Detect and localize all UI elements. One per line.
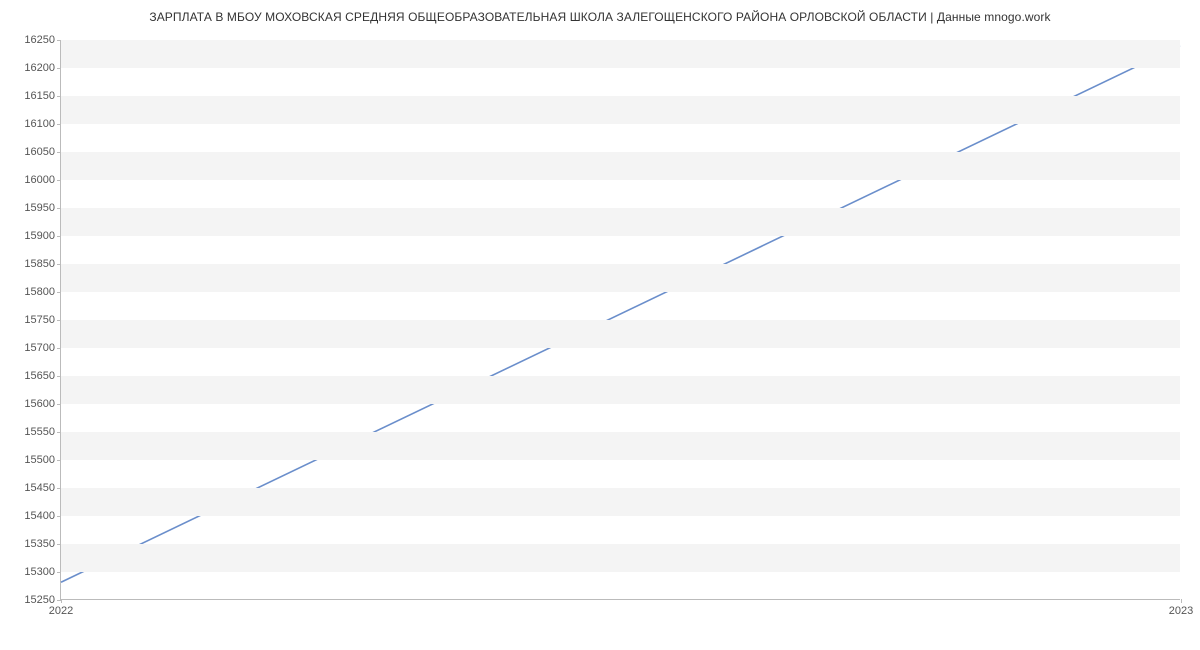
y-tick-mark <box>57 572 61 573</box>
y-tick-mark <box>57 264 61 265</box>
y-tick-label: 15650 <box>24 370 55 382</box>
grid-band <box>61 96 1180 124</box>
y-tick-mark <box>57 460 61 461</box>
y-tick-label: 16050 <box>24 146 55 158</box>
y-tick-label: 15400 <box>24 510 55 522</box>
chart-title: ЗАРПЛАТА В МБОУ МОХОВСКАЯ СРЕДНЯЯ ОБЩЕОБ… <box>0 0 1200 34</box>
x-tick-label: 2022 <box>49 605 73 617</box>
grid-band <box>61 264 1180 292</box>
y-tick-label: 16150 <box>24 90 55 102</box>
grid-band <box>61 488 1180 516</box>
y-tick-mark <box>57 292 61 293</box>
y-tick-mark <box>57 544 61 545</box>
x-tick-mark <box>61 599 62 603</box>
x-tick-mark <box>1181 599 1182 603</box>
plot-area: 1525015300153501540015450155001555015600… <box>60 40 1180 600</box>
y-tick-mark <box>57 124 61 125</box>
y-tick-mark <box>57 208 61 209</box>
y-tick-label: 15500 <box>24 454 55 466</box>
y-tick-label: 15900 <box>24 230 55 242</box>
y-tick-mark <box>57 236 61 237</box>
y-tick-mark <box>57 180 61 181</box>
y-tick-mark <box>57 376 61 377</box>
y-tick-label: 15600 <box>24 398 55 410</box>
grid-band <box>61 208 1180 236</box>
y-tick-label: 15750 <box>24 314 55 326</box>
grid-band <box>61 376 1180 404</box>
y-tick-label: 15950 <box>24 202 55 214</box>
y-tick-mark <box>57 152 61 153</box>
y-tick-label: 16000 <box>24 174 55 186</box>
y-tick-label: 16100 <box>24 118 55 130</box>
salary-line-chart: ЗАРПЛАТА В МБОУ МОХОВСКАЯ СРЕДНЯЯ ОБЩЕОБ… <box>0 0 1200 650</box>
y-tick-mark <box>57 320 61 321</box>
y-tick-label: 15700 <box>24 342 55 354</box>
y-tick-mark <box>57 432 61 433</box>
y-tick-mark <box>57 516 61 517</box>
grid-band <box>61 320 1180 348</box>
y-tick-label: 15300 <box>24 566 55 578</box>
x-tick-label: 2023 <box>1169 605 1193 617</box>
y-tick-label: 16200 <box>24 62 55 74</box>
y-tick-label: 15350 <box>24 538 55 550</box>
y-tick-mark <box>57 348 61 349</box>
y-tick-mark <box>57 96 61 97</box>
grid-band <box>61 432 1180 460</box>
grid-band <box>61 152 1180 180</box>
y-tick-mark <box>57 68 61 69</box>
y-tick-mark <box>57 404 61 405</box>
grid-band <box>61 40 1180 68</box>
y-tick-mark <box>57 40 61 41</box>
y-tick-mark <box>57 488 61 489</box>
y-tick-label: 16250 <box>24 34 55 46</box>
y-tick-label: 15800 <box>24 286 55 298</box>
grid-band <box>61 544 1180 572</box>
y-tick-label: 15550 <box>24 426 55 438</box>
y-tick-label: 15450 <box>24 482 55 494</box>
y-tick-label: 15850 <box>24 258 55 270</box>
